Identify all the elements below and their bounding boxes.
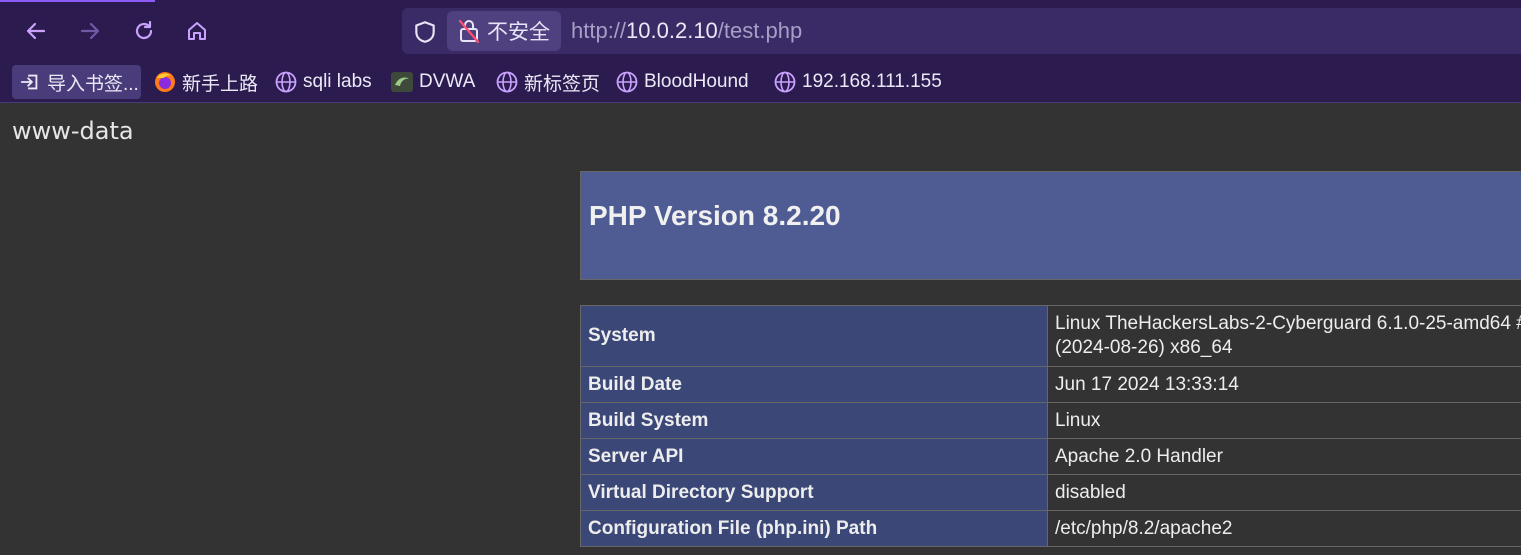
bookmark-label: 192.168.111.155 bbox=[802, 71, 942, 92]
phpinfo-header: PHP Version 8.2.20 bbox=[580, 171, 1521, 280]
back-arrow-icon bbox=[26, 22, 46, 40]
insecure-label: 不安全 bbox=[487, 20, 550, 44]
table-row: System Linux TheHackersLabs-2-Cyberguard… bbox=[580, 305, 1521, 367]
bookmark-label: 新手上路 bbox=[182, 73, 259, 95]
bookmark-label: sqli labs bbox=[303, 71, 372, 92]
row-key: System bbox=[580, 305, 1048, 367]
browser-toolbar: 不安全 http://10.0.2.10/test.php bbox=[0, 0, 1521, 62]
active-tab-indicator bbox=[0, 0, 155, 2]
home-button[interactable] bbox=[180, 13, 214, 49]
bookmark-import[interactable]: 导入书签... bbox=[12, 65, 141, 99]
globe-icon bbox=[495, 70, 519, 94]
command-output: www-data bbox=[12, 117, 134, 145]
row-key: Virtual Directory Support bbox=[580, 474, 1048, 511]
row-value: Jun 17 2024 13:33:14 bbox=[1047, 366, 1521, 403]
reload-icon bbox=[135, 20, 153, 40]
table-row: Build Date Jun 17 2024 13:33:14 bbox=[580, 366, 1521, 403]
phpinfo-table: System Linux TheHackersLabs-2-Cyberguard… bbox=[580, 305, 1521, 547]
dvwa-icon bbox=[390, 70, 414, 94]
row-key: Configuration File (php.ini) Path bbox=[580, 510, 1048, 547]
bookmark-sqli-labs[interactable]: sqli labs bbox=[274, 65, 372, 99]
table-row: Server API Apache 2.0 Handler bbox=[580, 438, 1521, 475]
row-key: Build Date bbox=[580, 366, 1048, 403]
url-path: /test.php bbox=[717, 18, 803, 43]
bookmark-getting-started[interactable]: 新手上路 bbox=[153, 65, 258, 99]
import-icon bbox=[18, 70, 42, 94]
url-text[interactable]: http://10.0.2.10/test.php bbox=[571, 18, 802, 44]
tracking-protection-button[interactable] bbox=[410, 17, 440, 47]
table-row: Configuration File (php.ini) Path /etc/p… bbox=[580, 510, 1521, 547]
bookmark-label: DVWA bbox=[419, 71, 476, 92]
shield-icon bbox=[415, 21, 435, 43]
row-value: Apache 2.0 Handler bbox=[1047, 438, 1521, 475]
bookmark-ip[interactable]: 192.168.111.155 bbox=[773, 65, 942, 99]
bookmark-label: 新标签页 bbox=[524, 73, 601, 95]
back-button[interactable] bbox=[19, 13, 53, 49]
row-value-line: (2024-08-26) x86_64 bbox=[1055, 337, 1233, 358]
url-prefix: http:// bbox=[571, 18, 627, 43]
url-bar[interactable] bbox=[402, 8, 1521, 54]
bookmark-new-tab[interactable]: 新标签页 bbox=[495, 65, 600, 99]
bookmark-label: BloodHound bbox=[644, 71, 749, 92]
forward-button[interactable] bbox=[73, 13, 107, 49]
table-row: Build System Linux bbox=[580, 402, 1521, 439]
row-key: Build System bbox=[580, 402, 1048, 439]
url-host: 10.0.2.10 bbox=[626, 18, 718, 43]
row-key: Server API bbox=[580, 438, 1048, 475]
bookmarks-bar: 导入书签... 新手上路 sqli labs DVWA 新标签页 BloodHo… bbox=[0, 62, 1521, 103]
row-value-line: Linux TheHackersLabs-2-Cyberguard 6.1.0-… bbox=[1055, 313, 1521, 334]
bookmark-dvwa[interactable]: DVWA bbox=[390, 65, 475, 99]
bookmark-label: 导入书签... bbox=[47, 73, 139, 95]
row-value: Linux bbox=[1047, 402, 1521, 439]
bookmark-bloodhound[interactable]: BloodHound bbox=[615, 65, 749, 99]
connection-insecure-badge[interactable]: 不安全 bbox=[447, 11, 561, 51]
firefox-icon bbox=[153, 70, 177, 94]
reload-button[interactable] bbox=[127, 13, 161, 49]
globe-icon bbox=[274, 70, 298, 94]
row-value: disabled bbox=[1047, 474, 1521, 511]
table-row: Virtual Directory Support disabled bbox=[580, 474, 1521, 511]
insecure-lock-icon bbox=[458, 19, 480, 44]
row-value: Linux TheHackersLabs-2-Cyberguard 6.1.0-… bbox=[1047, 305, 1521, 367]
php-version-title: PHP Version 8.2.20 bbox=[589, 200, 841, 231]
row-value: /etc/php/8.2/apache2 bbox=[1047, 510, 1521, 547]
home-icon bbox=[188, 22, 206, 40]
forward-arrow-icon bbox=[80, 22, 100, 40]
globe-icon bbox=[615, 70, 639, 94]
globe-icon bbox=[773, 70, 797, 94]
